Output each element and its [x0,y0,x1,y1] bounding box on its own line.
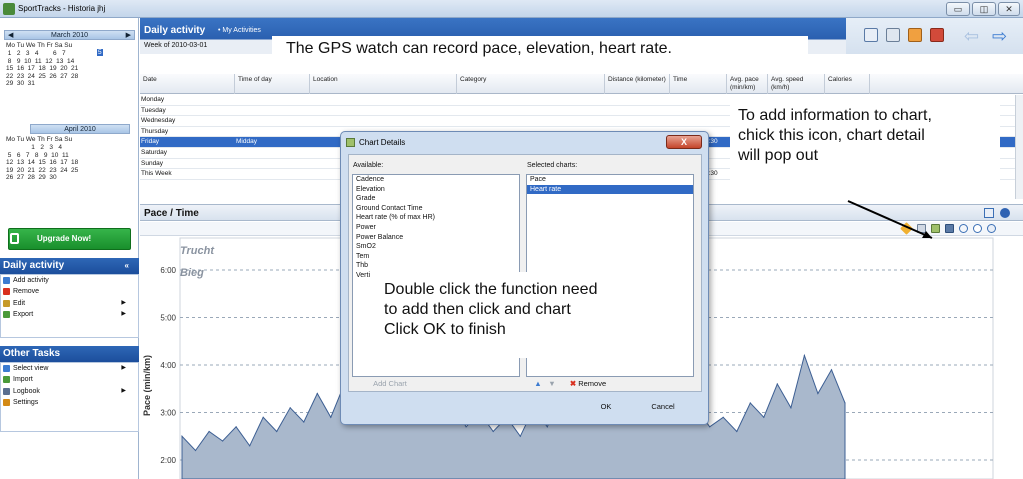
remove-button[interactable]: ✖ Remove [563,377,613,391]
move-up-icon[interactable]: ▲ [531,377,545,391]
available-item[interactable]: SmO2 [353,242,519,252]
ok-button[interactable]: OK [586,400,626,414]
available-item[interactable]: Cadence [353,175,519,185]
dialog-title: Chart Details [359,138,406,147]
available-label: Available: [353,162,384,169]
available-item[interactable]: Heart rate (% of max HR) [353,213,519,223]
add-chart-button[interactable]: Add Chart [365,377,415,391]
remove-x-icon: ✖ [569,379,577,388]
dialog-close-button[interactable]: X [666,135,702,149]
remove-label: Remove [578,379,607,388]
arrow-to-chart-icon [847,200,933,239]
dialog-annotation-line3: Click OK to finish [384,321,506,338]
available-item[interactable]: Thb [353,261,519,271]
available-item[interactable]: Elevation [353,185,519,195]
add-chart-label: Add Chart [373,379,407,388]
selected-label: Selected charts: [527,162,578,169]
dialog-icon [346,138,355,147]
available-item[interactable]: Ground Contact Time [353,204,519,214]
selected-item[interactable]: Pace [527,175,693,185]
dialog-annotation-line2: to add then click and chart [384,301,571,318]
selected-item[interactable]: Heart rate [527,184,693,195]
available-item[interactable]: Tem [353,252,519,262]
available-item[interactable]: Grade [353,194,519,204]
cancel-button[interactable]: Cancel [643,400,683,414]
available-item[interactable]: Power [353,223,519,233]
move-down-icon[interactable]: ▼ [545,377,559,391]
available-item[interactable]: Power Balance [353,233,519,243]
dialog-annotation-line1: Double click the function need [384,281,598,298]
dialog-annotation: Double click the function need to add th… [370,272,688,358]
